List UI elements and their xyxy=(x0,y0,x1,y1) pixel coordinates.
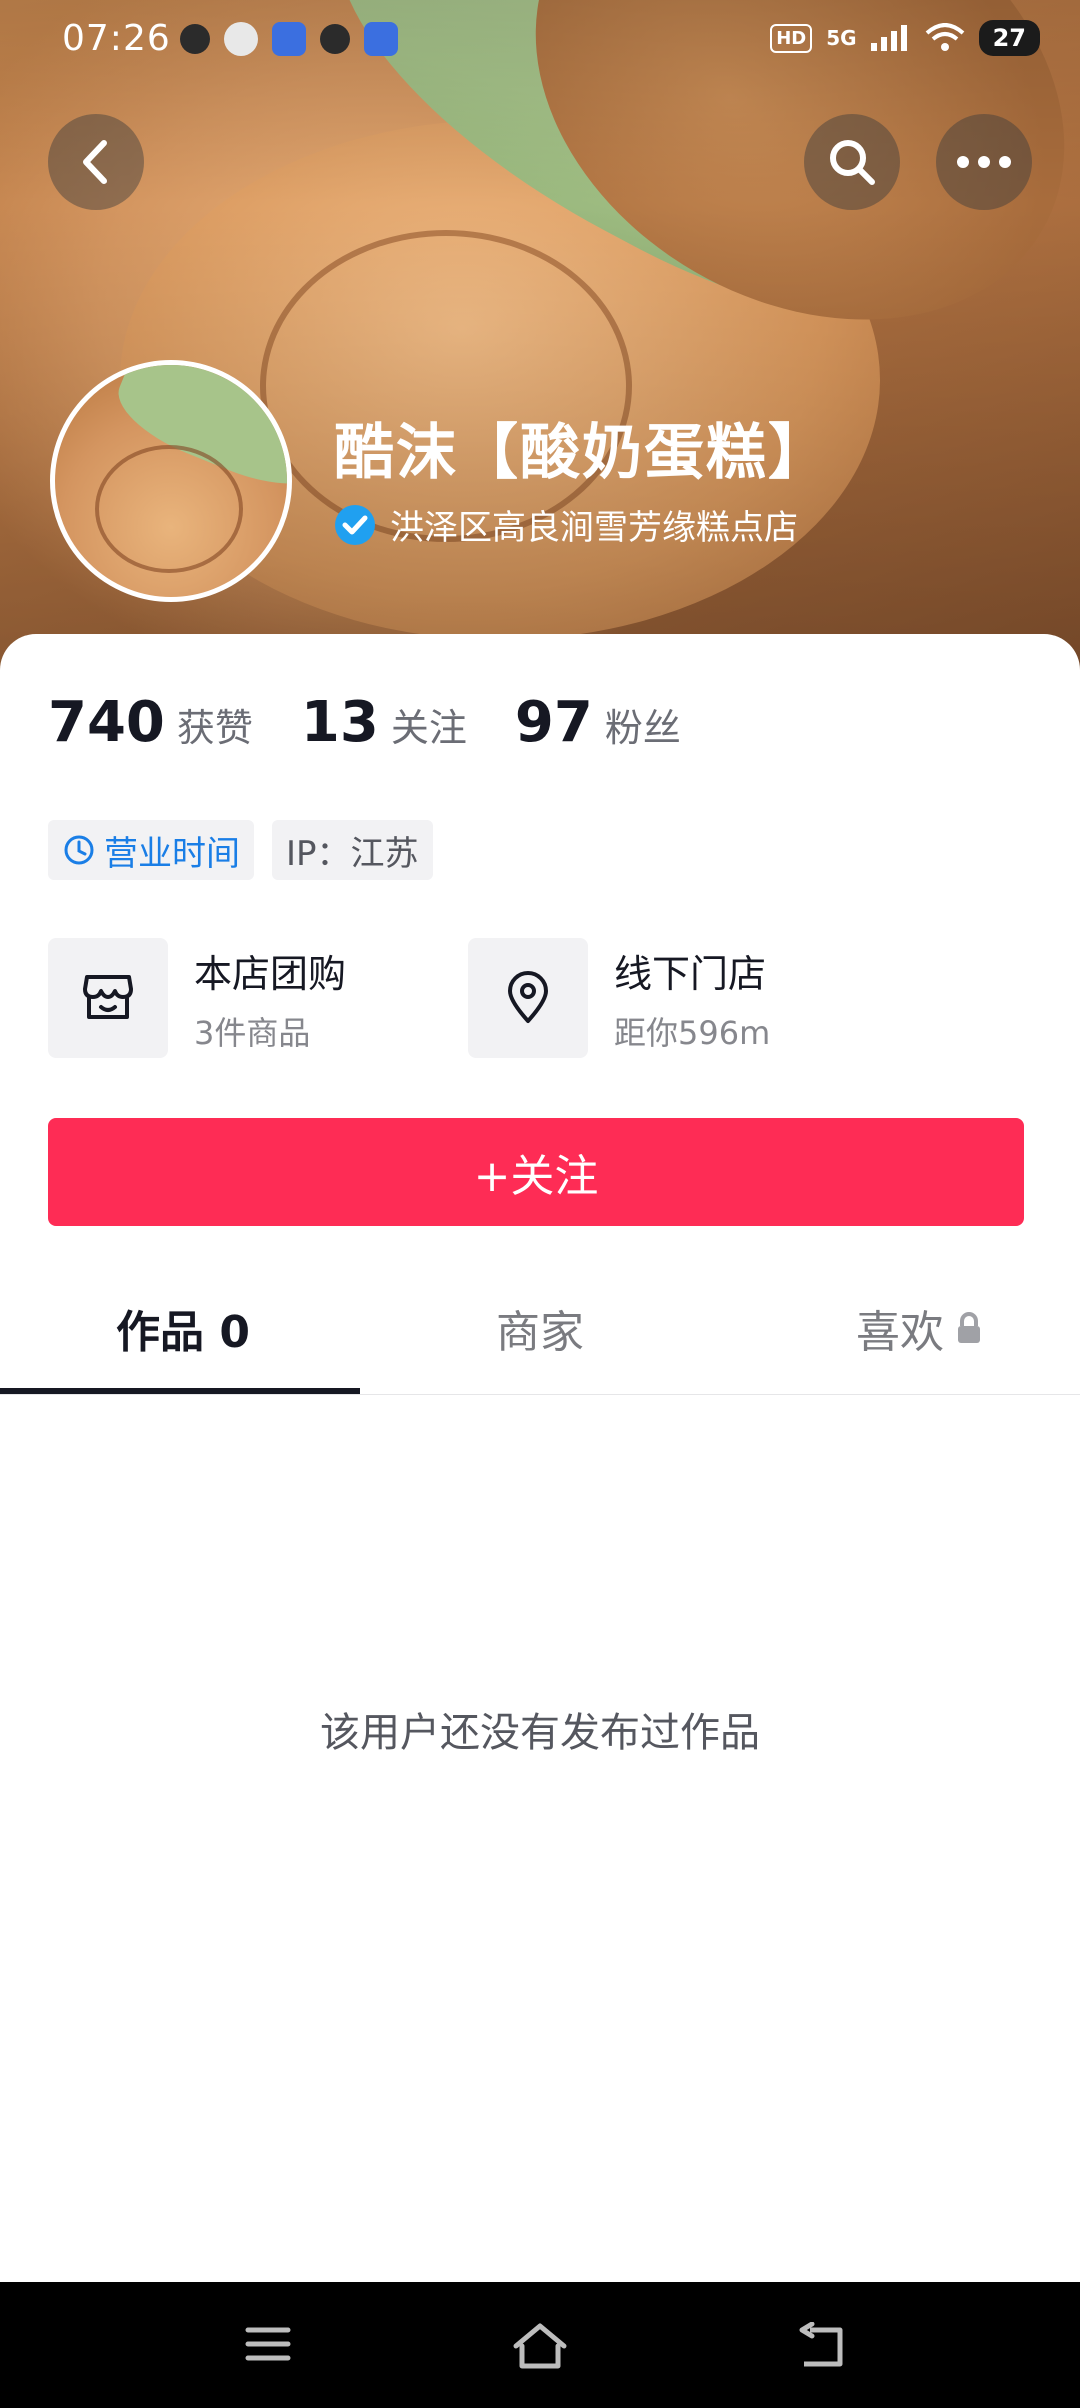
stat-likes[interactable]: 740 获赞 xyxy=(48,690,253,755)
shop-name: 酷沫【酸奶蛋糕】 xyxy=(334,418,830,488)
menu-icon[interactable] xyxy=(244,2322,292,2366)
clock-icon xyxy=(64,835,94,865)
back-icon xyxy=(83,140,107,184)
avatar[interactable] xyxy=(50,360,292,602)
business-hours-tag[interactable]: 营业时间 xyxy=(48,820,254,880)
status-bar: 07:26 HD 5G 27 xyxy=(0,0,1080,84)
back-button[interactable] xyxy=(48,114,144,210)
stat-following[interactable]: 13 关注 xyxy=(301,690,467,755)
stat-label: 关注 xyxy=(390,706,467,750)
stat-number: 97 xyxy=(514,690,593,755)
status-time: 07:26 xyxy=(62,18,171,59)
wifi-icon xyxy=(925,23,964,51)
stat-number: 13 xyxy=(300,690,379,755)
empty-state-message: 该用户还没有发布过作品 xyxy=(320,1710,760,1756)
wechat-icon xyxy=(180,24,210,54)
verified-name: 洪泽区高良涧雪芳缘糕点店 xyxy=(390,508,798,548)
offline-store-title: 线下门店 xyxy=(614,951,767,996)
signal-bars-icon xyxy=(870,25,907,51)
system-nav-bar xyxy=(0,2282,1080,2408)
active-tab-indicator xyxy=(0,1388,360,1394)
signal-icon: 5G xyxy=(826,26,857,50)
stat-number: 740 xyxy=(48,690,165,755)
stat-label: 粉丝 xyxy=(604,706,681,750)
store-distance: 距你596m xyxy=(614,1013,771,1052)
app-notification-icon xyxy=(272,22,306,56)
ip-location-label: IP：江苏 xyxy=(286,833,419,874)
notification-icons xyxy=(180,22,398,56)
store-icon xyxy=(83,975,133,1019)
tab-likes-label: 喜欢 xyxy=(856,1307,944,1358)
tab-merchant[interactable]: 商家 xyxy=(496,1262,584,1394)
hd-icon: HD xyxy=(770,23,813,53)
store-icon-box xyxy=(48,938,168,1058)
back-nav-icon[interactable] xyxy=(796,2322,850,2370)
ip-location-tag: IP：江苏 xyxy=(272,820,433,880)
group-buy-count: 3件商品 xyxy=(194,1013,311,1052)
qq-icon xyxy=(364,22,398,56)
message-icon xyxy=(320,24,350,54)
stat-label: 获赞 xyxy=(176,706,253,750)
business-hours-label: 营业时间 xyxy=(104,833,240,874)
verified-badge[interactable]: 洪泽区高良涧雪芳缘糕点店 xyxy=(334,500,798,549)
group-buy-title: 本店团购 xyxy=(194,951,347,996)
verified-icon xyxy=(335,504,375,545)
stats-row: 740 获赞 13 关注 97 粉丝 xyxy=(48,690,729,755)
more-button[interactable] xyxy=(936,114,1032,210)
stat-followers[interactable]: 97 粉丝 xyxy=(515,690,681,755)
home-icon[interactable] xyxy=(510,2322,570,2370)
tab-likes[interactable]: 喜欢 xyxy=(856,1262,982,1394)
profile-sheet xyxy=(0,634,1080,2282)
follow-button[interactable]: +关注 xyxy=(48,1118,1024,1226)
content-tabs: 作品 0 商家 喜欢 xyxy=(0,1262,1080,1395)
tab-works[interactable]: 作品 0 xyxy=(116,1262,250,1394)
status-right: HD 5G 27 xyxy=(770,20,1040,56)
location-pin-icon xyxy=(508,971,548,1023)
search-icon xyxy=(830,140,875,185)
lock-icon xyxy=(958,1312,980,1343)
more-icon xyxy=(957,156,1011,168)
group-buy-entry[interactable]: 本店团购 3件商品 xyxy=(48,938,346,1058)
search-button[interactable] xyxy=(804,114,900,210)
baidu-icon xyxy=(224,22,258,56)
offline-store-entry[interactable]: 线下门店 距你596m xyxy=(468,938,770,1058)
tag-row: 营业时间 IP：江苏 xyxy=(48,820,433,880)
battery-indicator: 27 xyxy=(978,20,1040,56)
location-icon-box xyxy=(468,938,588,1058)
